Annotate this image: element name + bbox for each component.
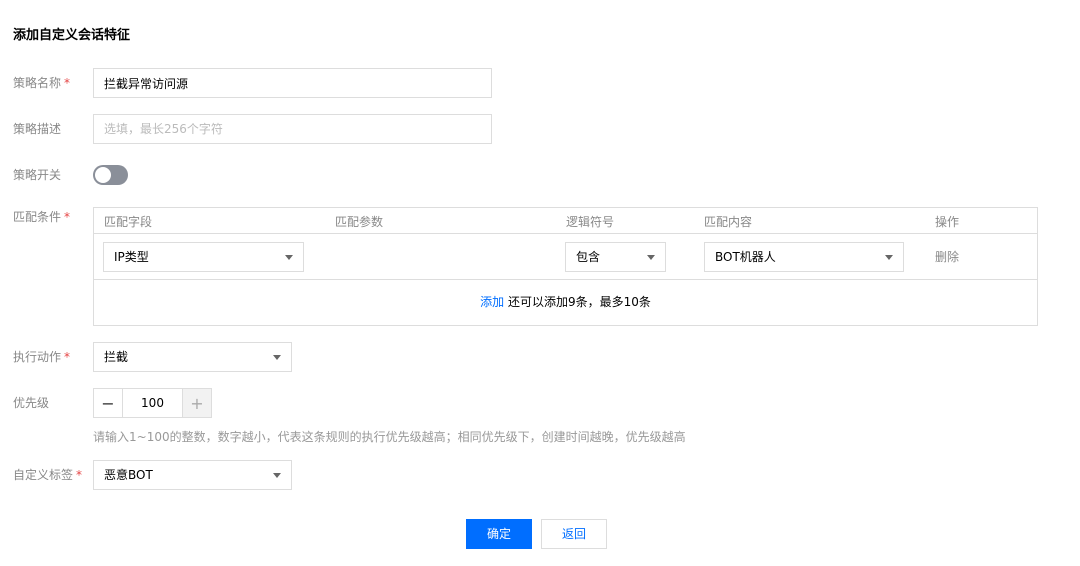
conditions-label-text: 匹配条件	[13, 210, 62, 224]
name-label: 策略名称 *	[13, 75, 70, 91]
priority-label: 优先级	[13, 396, 50, 410]
delete-row-link[interactable]: 删除	[935, 248, 959, 265]
conditions-table: 匹配字段 匹配参数 逻辑符号 匹配内容 操作 IP类型 包含 BOT机器人 删除…	[93, 207, 1038, 326]
match-content-value: BOT机器人	[715, 250, 776, 264]
page-title: 添加自定义会话特征	[13, 28, 131, 43]
required-mark: *	[64, 76, 71, 90]
add-condition-link[interactable]: 添加	[480, 295, 504, 309]
policy-name-input[interactable]	[93, 68, 492, 98]
header-operation: 操作	[935, 215, 960, 229]
match-field-value: IP类型	[114, 250, 149, 264]
conditions-label: 匹配条件 *	[13, 209, 70, 225]
chevron-down-icon	[273, 355, 281, 360]
match-content-select[interactable]: BOT机器人	[704, 242, 904, 272]
policy-switch-toggle[interactable]	[93, 165, 128, 185]
required-mark: *	[76, 468, 83, 482]
decrement-button[interactable]: −	[94, 389, 123, 417]
header-match-content: 匹配内容	[704, 215, 753, 229]
tag-label: 自定义标签 *	[13, 467, 82, 483]
priority-stepper: − 100 +	[93, 388, 212, 418]
custom-tag-select[interactable]: 恶意BOT	[93, 460, 292, 490]
policy-desc-input[interactable]	[93, 114, 492, 144]
chevron-down-icon	[647, 255, 655, 260]
header-match-param: 匹配参数	[335, 215, 384, 229]
match-field-select[interactable]: IP类型	[103, 242, 304, 272]
priority-hint: 请输入1~100的整数，数字越小，代表这条规则的执行优先级越高；相同优先级下，创…	[93, 430, 686, 444]
header-match-field: 匹配字段	[104, 215, 153, 229]
logic-operator-value: 包含	[576, 250, 601, 264]
required-mark: *	[64, 210, 71, 224]
chevron-down-icon	[285, 255, 293, 260]
priority-value[interactable]: 100	[123, 389, 182, 417]
conditions-footer: 添加 还可以添加9条，最多10条	[94, 280, 1037, 325]
increment-button[interactable]: +	[182, 389, 211, 417]
action-select[interactable]: 拦截	[93, 342, 292, 372]
desc-label: 策略描述	[13, 122, 62, 136]
name-label-text: 策略名称	[13, 76, 62, 90]
back-button[interactable]: 返回	[541, 519, 607, 549]
logic-operator-select[interactable]: 包含	[565, 242, 666, 272]
add-session-feature-page: 添加自定义会话特征 策略名称* 策略描述 策略开关 匹配条件* 匹配字段 匹配参…	[0, 0, 1080, 566]
action-label: 执行动作 *	[13, 349, 70, 365]
chevron-down-icon	[273, 473, 281, 478]
chevron-down-icon	[885, 255, 893, 260]
header-logic-operator: 逻辑符号	[566, 215, 615, 229]
required-mark: *	[64, 350, 71, 364]
custom-tag-value: 恶意BOT	[104, 468, 153, 482]
table-row: IP类型 包含 BOT机器人 删除	[94, 234, 1037, 280]
add-condition-hint: 还可以添加9条，最多10条	[504, 295, 651, 309]
confirm-button[interactable]: 确定	[466, 519, 532, 549]
switch-label: 策略开关	[13, 168, 62, 182]
action-value: 拦截	[104, 350, 129, 364]
conditions-table-header: 匹配字段 匹配参数 逻辑符号 匹配内容 操作	[94, 208, 1037, 234]
toggle-knob	[95, 167, 111, 183]
tag-label-text: 自定义标签	[13, 468, 74, 482]
action-label-text: 执行动作	[13, 350, 62, 364]
